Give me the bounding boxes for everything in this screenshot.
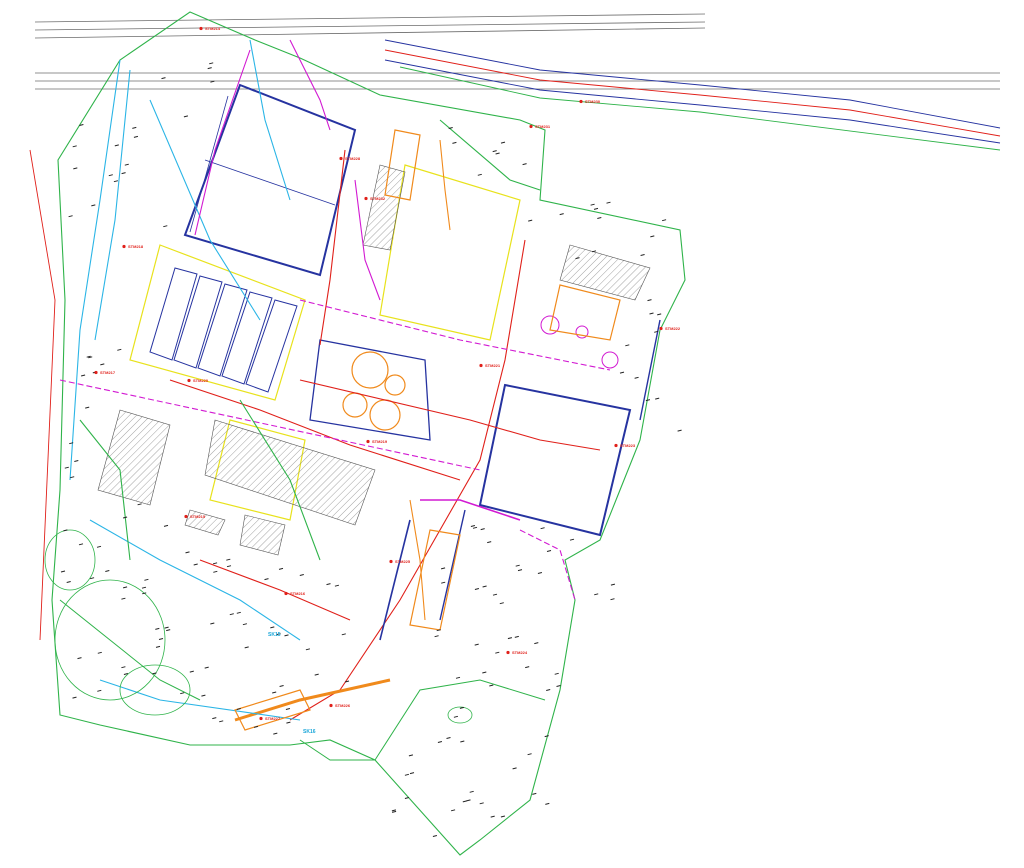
survey-point-marker [529,124,533,129]
survey-point-label: STM221 [485,363,501,368]
survey-point-label: STM232 [370,196,386,201]
survey-point-marker [284,591,288,596]
survey-point-label: STM224 [512,650,528,655]
survey-point-label: STM215 [190,514,206,519]
utility-line-label: SK16 [303,729,316,735]
survey-point-marker [389,559,393,564]
survey-point-marker [259,716,263,721]
survey-point-label: STM231 [535,124,551,129]
site-plan-drawing[interactable]: STM214 STM230 STM231 STM232 STM218 STM222 STM2… [0,0,1024,863]
survey-point-label: STM223 [620,443,636,448]
survey-point-marker [479,363,483,368]
survey-point-label: STM216 [290,591,306,596]
survey-point-label: STM230 [585,99,601,104]
site-plan-viewport[interactable]: STM214 STM230 STM231 STM232 STM218 STM222 STM2… [0,0,1024,863]
survey-point-marker [579,99,583,104]
survey-point-marker [506,650,510,655]
survey-point-marker [364,196,368,201]
survey-point-label: STM226 [335,703,351,708]
survey-point-marker [122,244,126,249]
survey-point-marker [329,703,333,708]
survey-point-marker [659,326,663,331]
survey-point-label: STM222 [665,326,681,331]
survey-point-marker [366,439,370,444]
utility-line-label: SK15 [268,632,281,638]
survey-point-marker [94,370,98,375]
survey-point-label: STM225 [395,559,411,564]
survey-point-label: STM217 [100,370,116,375]
survey-point-label: STM214 [205,26,221,31]
survey-point-label: STM220 [193,378,209,383]
survey-point-marker [184,514,188,519]
survey-point-label: STM227 [265,716,281,721]
survey-point-marker [187,378,191,383]
survey-point-marker [199,26,203,31]
survey-point-label: STM218 [128,244,144,249]
survey-point-marker [339,156,343,161]
survey-point-label: STM219 [372,439,388,444]
survey-point-label: STM228 [345,156,361,161]
survey-point-marker [614,443,618,448]
